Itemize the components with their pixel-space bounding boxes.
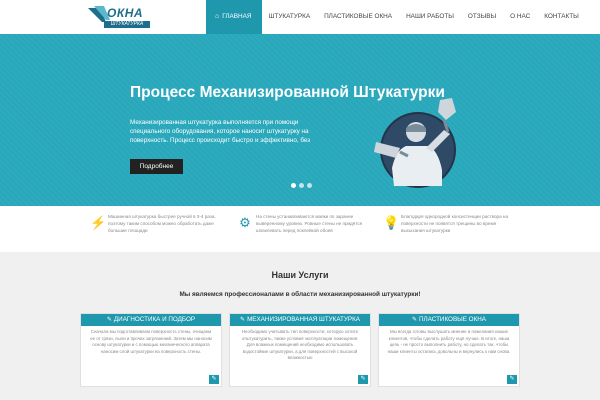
nav-item-contacts[interactable]: КОНТАКТЫ bbox=[537, 0, 585, 34]
nav-item-works[interactable]: НАШИ РАБОТЫ bbox=[399, 0, 461, 34]
lightbulb-icon: 💡 bbox=[383, 215, 400, 230]
feature-text: Благодаря однородной консистенции раство… bbox=[401, 214, 509, 233]
nav-item-reviews[interactable]: ОТЗЫВЫ bbox=[461, 0, 503, 34]
plasterer-illustration bbox=[374, 98, 456, 188]
pencil-icon: ✎ bbox=[240, 317, 246, 323]
nav-label: НАШИ РАБОТЫ bbox=[406, 13, 454, 20]
service-card: ✎ ПЛАСТИКОВЫЕ ОКНА Мы всегда готовы выслу… bbox=[378, 313, 520, 387]
card-text: Сначала мы подготавливаем поверхность ст… bbox=[90, 329, 212, 354]
nav-label: О НАС bbox=[510, 13, 531, 20]
services-title: Наши Услуги bbox=[271, 270, 329, 280]
nav-label: ОТЗЫВЫ bbox=[467, 13, 497, 20]
more-link-icon[interactable]: ✎ bbox=[358, 375, 368, 384]
slider-dot[interactable] bbox=[299, 183, 304, 188]
site-header: ОКНА ШТУКАТУРКА ⌂ ГЛАВНАЯ ШТУКАТУРКА ПЛАС… bbox=[0, 0, 600, 34]
card-header[interactable]: ✎ МЕХАНИЗИРОВАННАЯ ШТУКАТУРКА bbox=[230, 314, 370, 326]
main-nav: ⌂ ГЛАВНАЯ ШТУКАТУРКА ПЛАСТИКОВЫЕ ОКНА НАШ… bbox=[206, 0, 586, 34]
pencil-icon: ✎ bbox=[412, 317, 418, 323]
card-title: ПЛАСТИКОВЫЕ ОКНА bbox=[419, 316, 486, 323]
card-header[interactable]: ✎ ДИАГНОСТИКА И ПОДБОР bbox=[81, 314, 221, 326]
slider-dot[interactable] bbox=[307, 183, 312, 188]
nav-label: ПЛАСТИКОВЫЕ ОКНА bbox=[324, 13, 393, 20]
nav-item-home[interactable]: ⌂ ГЛАВНАЯ bbox=[206, 0, 262, 34]
hero-text: Механизированная штукатурка выполняется … bbox=[130, 119, 311, 145]
services-subtitle: Мы являемся профессионалами в области ме… bbox=[179, 291, 421, 298]
nav-item-about[interactable]: О НАС bbox=[503, 0, 537, 34]
logo-subtitle: ШТУКАТУРКА bbox=[104, 21, 150, 28]
pencil-icon: ✎ bbox=[106, 317, 112, 323]
nav-label: ГЛАВНАЯ bbox=[222, 13, 252, 20]
nav-label: ШТУКАТУРКА bbox=[268, 13, 311, 20]
nav-item-plaster[interactable]: ШТУКАТУРКА bbox=[262, 0, 318, 34]
lightning-icon: ⚡ bbox=[90, 215, 107, 230]
logo-text: ОКНА bbox=[107, 6, 144, 20]
card-text: Мы всегда готовы выслушать мнение и поже… bbox=[387, 329, 511, 354]
features-strip: ⚡ Машинная штукатурка быстрее ручной в 3… bbox=[0, 206, 600, 252]
feature-text: На стены устанавливаются маяки по заране… bbox=[256, 214, 363, 233]
service-card: ✎ ДИАГНОСТИКА И ПОДБОР Сначала мы подгота… bbox=[80, 313, 222, 387]
more-link-icon[interactable]: ✎ bbox=[209, 375, 219, 384]
card-header[interactable]: ✎ ПЛАСТИКОВЫЕ ОКНА bbox=[379, 314, 519, 326]
feature-text: Машинная штукатурка быстрее ручной в 3-4… bbox=[108, 214, 216, 233]
nav-item-windows[interactable]: ПЛАСТИКОВЫЕ ОКНА bbox=[317, 0, 399, 34]
nav-label: КОНТАКТЫ bbox=[544, 13, 579, 20]
gear-icon: ⚙ bbox=[239, 215, 251, 230]
slider-dots bbox=[291, 183, 312, 188]
more-button[interactable]: Подробнее bbox=[130, 159, 183, 174]
card-text: Необходимо учитывать тип поверхности, ко… bbox=[241, 329, 359, 361]
more-link-icon[interactable]: ✎ bbox=[507, 375, 517, 384]
slider-dot[interactable] bbox=[291, 183, 296, 188]
card-title: МЕХАНИЗИРОВАННАЯ ШТУКАТУРКА bbox=[247, 316, 360, 323]
service-card: ✎ МЕХАНИЗИРОВАННАЯ ШТУКАТУРКА Необходимо … bbox=[229, 313, 371, 387]
card-title: ДИАГНОСТИКА И ПОДБОР bbox=[113, 316, 196, 323]
home-icon: ⌂ bbox=[215, 13, 220, 20]
